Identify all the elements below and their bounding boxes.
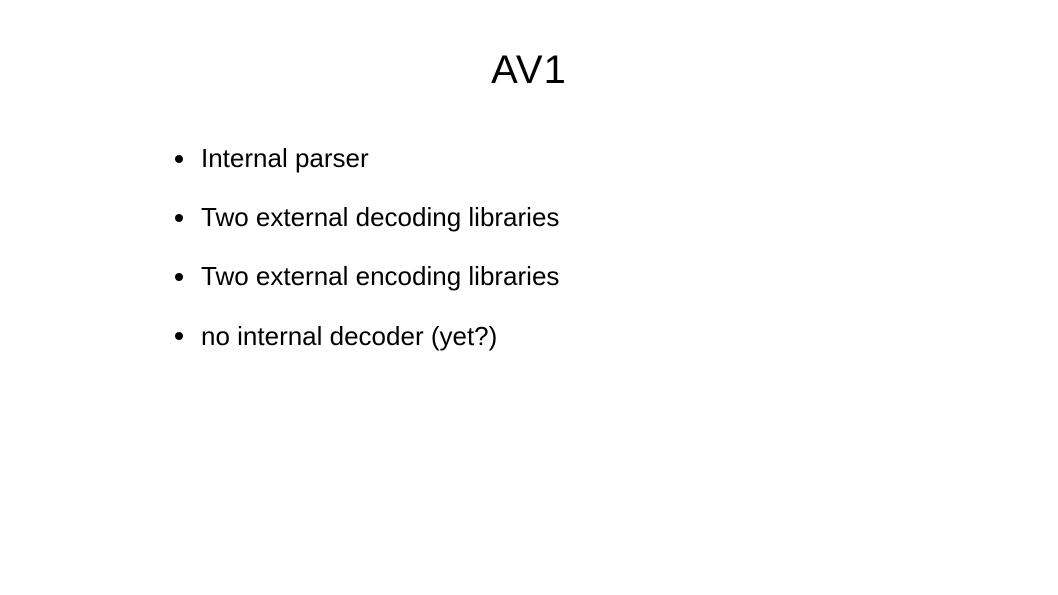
bullet-text: Two external decoding libraries [201,202,559,233]
bullet-icon [175,332,183,340]
list-item: Internal parser [175,143,1058,174]
bullet-text: no internal decoder (yet?) [201,321,497,352]
bullet-text: Two external encoding libraries [201,261,559,292]
list-item: Two external encoding libraries [175,261,1058,292]
bullet-list: Internal parser Two external decoding li… [0,143,1058,352]
bullet-icon [175,273,183,281]
bullet-text: Internal parser [201,143,369,174]
slide: AV1 Internal parser Two external decodin… [0,0,1058,595]
bullet-icon [175,214,183,222]
bullet-icon [175,155,183,163]
list-item: Two external decoding libraries [175,202,1058,233]
slide-title: AV1 [0,48,1058,93]
list-item: no internal decoder (yet?) [175,321,1058,352]
